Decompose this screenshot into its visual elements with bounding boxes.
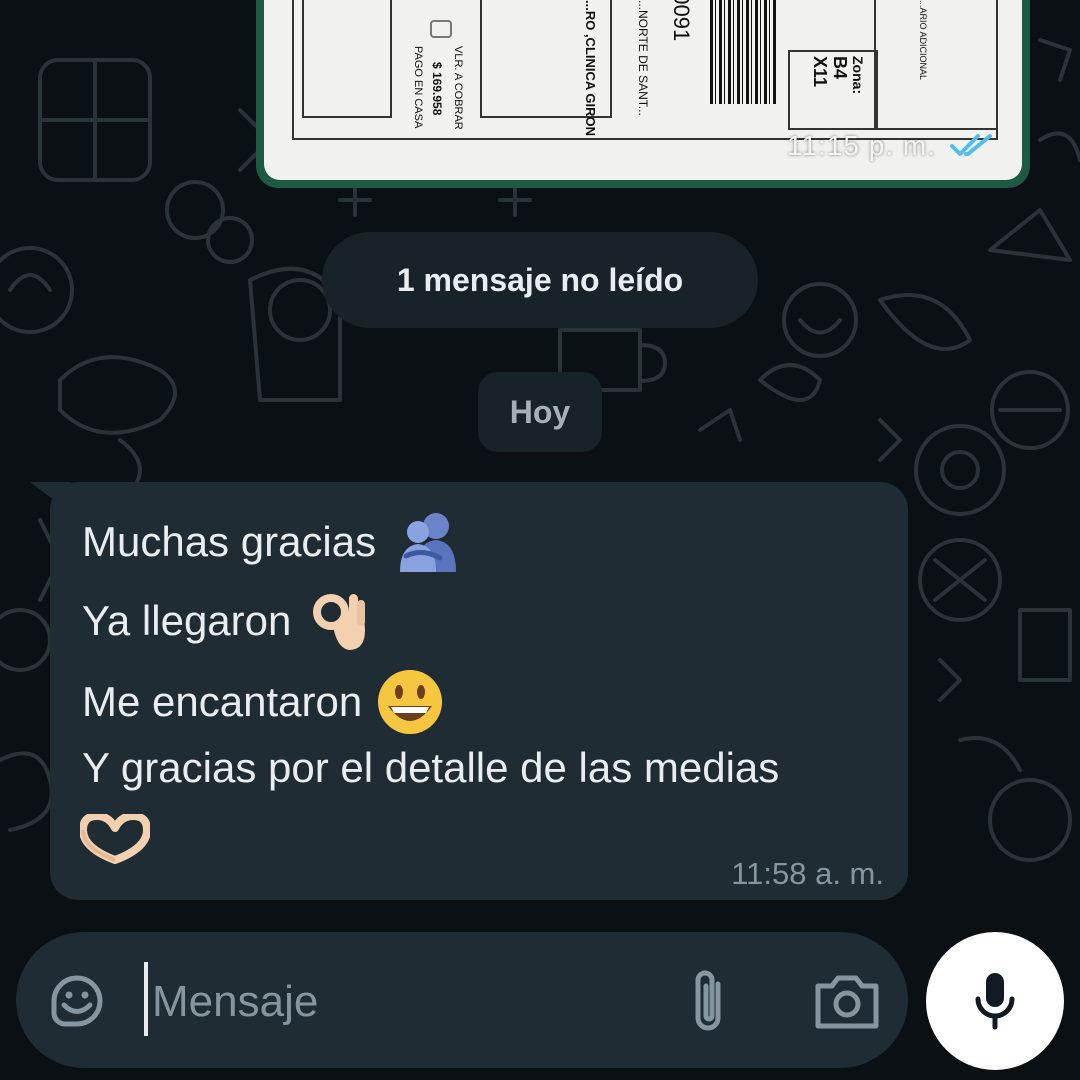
label-vlr-text: VLR. A COBRAR — [452, 46, 464, 130]
label-zona-b: B4 — [830, 56, 850, 80]
sticker-emoji-icon[interactable] — [46, 970, 108, 1032]
label-logo-icon — [430, 20, 452, 38]
unread-messages-text: 1 mensaje no leído — [396, 261, 684, 298]
unread-messages-banner: 1 mensaje no leído — [322, 232, 758, 328]
double-check-read-icon — [950, 134, 992, 156]
message-line: Y gracias por el detalle de las medias — [82, 744, 779, 792]
label-payment-text: PAGO EN CASA — [412, 46, 424, 129]
date-separator: Hoy — [478, 372, 602, 452]
label-zona-label: Zona: — [850, 56, 866, 95]
message-line-text: Y gracias por el detalle de las medias — [82, 744, 780, 791]
message-line: Ya llegaron — [82, 590, 367, 652]
camera-icon[interactable] — [812, 970, 882, 1032]
label-destination-text: ...NORTE DE SANT... — [636, 0, 650, 116]
label-right-box — [874, 0, 998, 130]
label-amount-text: $ 169.958 — [430, 62, 444, 116]
date-separator-text: Hoy — [509, 393, 571, 430]
label-adicional-text: ...ARIO ADICIONAL — [918, 0, 928, 81]
label-clinic-text: ...RO ,CLINICA GIRON — [583, 0, 598, 137]
label-zona-x: X11 — [810, 56, 830, 88]
image-message-bubble[interactable]: PAGO EN CASA $ 169.958 VLR. A COBRAR ...… — [256, 0, 1030, 188]
text-cursor — [144, 962, 148, 1036]
message-line: Me encantaron — [82, 668, 444, 736]
label-left-box — [302, 0, 392, 118]
message-line-text: Me encantaron — [82, 678, 363, 725]
people-hugging-emoji — [400, 513, 457, 572]
label-barcode — [710, 0, 778, 104]
message-time: 11:58 a. m. — [731, 856, 884, 891]
image-message-time: 11:15 p. m. — [786, 130, 936, 161]
shipping-label-image[interactable]: PAGO EN CASA $ 169.958 VLR. A COBRAR ...… — [264, 0, 1022, 180]
message-line-text: Ya llegaron — [82, 597, 292, 644]
message-line-text: Muchas gracias — [82, 518, 377, 565]
voice-record-button[interactable] — [926, 932, 1064, 1070]
message-input[interactable] — [150, 966, 654, 1038]
heart-hands-emoji — [80, 814, 150, 864]
microphone-icon — [975, 973, 1015, 1030]
ok-hand-emoji — [313, 594, 366, 650]
grinning-face-emoji — [378, 670, 443, 734]
message-line: Muchas gracias — [82, 510, 458, 574]
paperclip-icon[interactable] — [684, 966, 732, 1036]
label-number-text: 70091 — [669, 0, 694, 42]
